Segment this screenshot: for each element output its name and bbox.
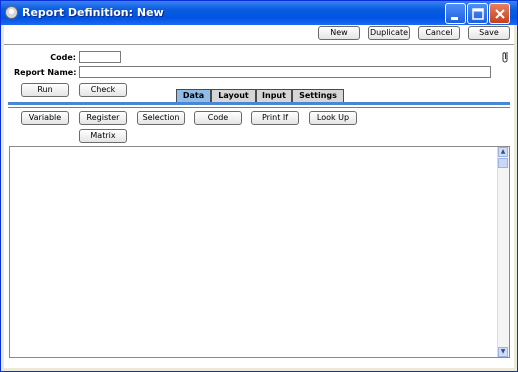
tab-strip-bar xyxy=(8,102,510,105)
selection-button[interactable]: Selection xyxy=(137,111,185,125)
tab-data[interactable]: Data xyxy=(176,89,211,103)
tab-input[interactable]: Input xyxy=(256,89,292,102)
minimize-button[interactable] xyxy=(445,3,466,24)
variable-button[interactable]: Variable xyxy=(21,111,69,125)
tab-settings[interactable]: Settings xyxy=(292,89,344,102)
check-button[interactable]: Check xyxy=(79,83,127,97)
print-if-button[interactable]: Print If xyxy=(251,111,299,125)
title-bar[interactable]: Report Definition: New xyxy=(1,1,517,25)
maximize-button[interactable] xyxy=(467,3,488,24)
scroll-up-icon[interactable]: ▲ xyxy=(498,147,508,157)
report-name-label: Report Name: xyxy=(14,68,77,77)
scroll-down-icon[interactable]: ▼ xyxy=(498,347,508,357)
toolbar-divider xyxy=(4,44,514,45)
minimize-icon xyxy=(451,17,458,20)
report-name-field[interactable] xyxy=(79,66,491,78)
report-code-editor[interactable]: ▲ ▼ xyxy=(9,146,510,358)
save-button[interactable]: Save xyxy=(468,26,510,40)
cancel-button[interactable]: Cancel xyxy=(418,26,460,40)
tab-strip-line xyxy=(8,107,510,108)
new-button[interactable]: New xyxy=(318,26,360,40)
maximize-icon xyxy=(472,8,484,20)
code-label: Code: xyxy=(50,53,76,62)
run-button[interactable]: Run xyxy=(21,83,69,97)
window-body: New Duplicate Cancel Save Code: Report N… xyxy=(4,25,514,368)
close-button[interactable] xyxy=(489,3,510,24)
window-title: Report Definition: New xyxy=(22,6,164,19)
close-icon xyxy=(495,9,505,19)
vertical-scrollbar[interactable]: ▲ ▼ xyxy=(497,147,509,357)
tab-layout[interactable]: Layout xyxy=(211,89,256,102)
paperclip-icon[interactable] xyxy=(502,51,510,66)
duplicate-button[interactable]: Duplicate xyxy=(368,26,410,40)
scroll-thumb[interactable] xyxy=(498,158,508,168)
code-field[interactable] xyxy=(79,51,121,63)
register-button[interactable]: Register xyxy=(79,111,127,125)
matrix-button[interactable]: Matrix xyxy=(79,129,127,143)
look-up-button[interactable]: Look Up xyxy=(309,111,357,125)
code-button[interactable]: Code xyxy=(194,111,242,125)
app-icon xyxy=(5,6,18,19)
report-definition-window: Report Definition: New New Duplicate Can… xyxy=(0,0,518,372)
